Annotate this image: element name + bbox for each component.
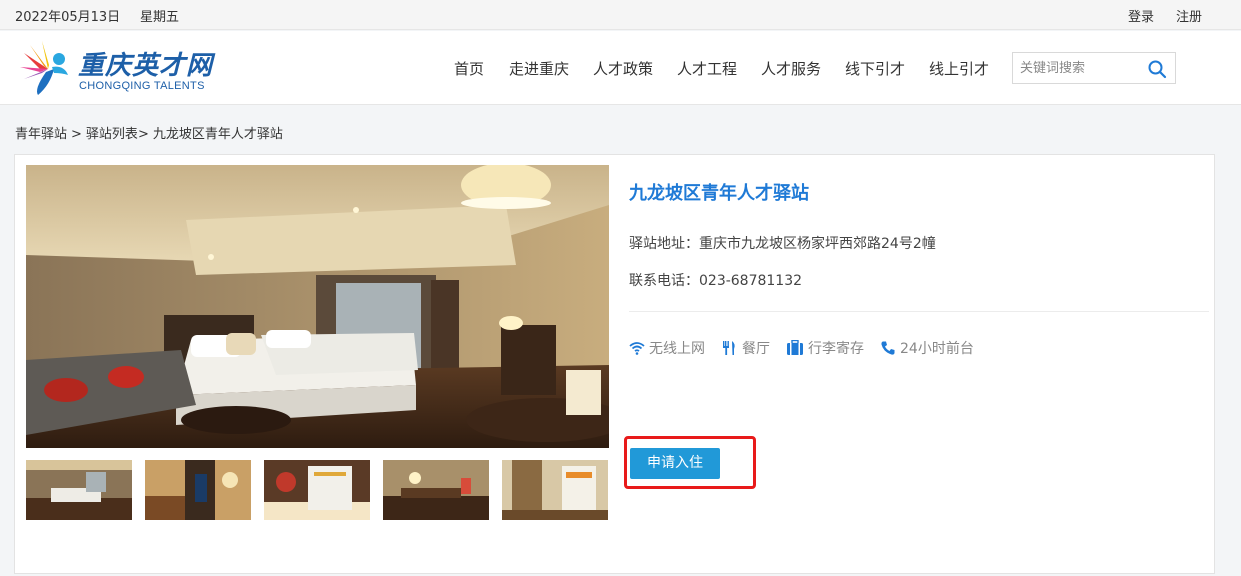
nav-home[interactable]: 首页	[454, 58, 484, 79]
wifi-icon	[629, 342, 645, 355]
amenity-label: 行李寄存	[808, 341, 864, 357]
thumbnail-2[interactable]	[145, 460, 251, 520]
station-address: 驿站地址：重庆市九龙坡区杨家坪西郊路24号2幢	[629, 236, 936, 252]
search-box	[1012, 52, 1176, 84]
amenity-label: 24小时前台	[900, 341, 974, 357]
current-date: 2022年05月13日	[15, 10, 121, 25]
amenity-label: 无线上网	[649, 341, 705, 357]
highlight-box	[624, 436, 756, 489]
info-divider	[629, 311, 1209, 312]
nav-online-recruiting[interactable]: 线上引才	[929, 58, 989, 79]
thumbnail-1[interactable]	[26, 460, 132, 520]
login-link[interactable]: 登录	[1128, 6, 1154, 25]
register-link[interactable]: 注册	[1176, 6, 1202, 25]
nav-offline-recruiting[interactable]: 线下引才	[845, 58, 905, 79]
breadcrumb: 青年驿站 > 驿站列表> 九龙坡区青年人才驿站	[15, 123, 283, 142]
nav-talent-policy[interactable]: 人才政策	[593, 58, 653, 79]
amenity-luggage: 行李寄存	[786, 338, 864, 358]
search-icon[interactable]	[1147, 59, 1167, 79]
top-bar: 2022年05月13日 星期五 登录 注册	[0, 0, 1241, 30]
amenity-label: 餐厅	[742, 341, 770, 357]
breadcrumb-separator: >	[137, 127, 149, 142]
station-card: 九龙坡区青年人才驿站 驿站地址：重庆市九龙坡区杨家坪西郊路24号2幢 联系电话：…	[14, 154, 1215, 574]
restaurant-icon	[723, 341, 735, 355]
thumbnail-4[interactable]	[383, 460, 489, 520]
nav-about-chongqing[interactable]: 走进重庆	[509, 58, 569, 79]
breadcrumb-youth-station[interactable]: 青年驿站	[15, 123, 67, 142]
station-title: 九龙坡区青年人才驿站	[629, 183, 809, 204]
site-header: 重庆英才网 CHONGQING TALENTS 首页 走进重庆 人才政策 人才工…	[0, 31, 1241, 105]
current-weekday: 星期五	[140, 10, 180, 25]
thumbnail-3[interactable]	[264, 460, 370, 520]
phone-icon	[881, 341, 895, 355]
logo-text-cn: 重庆英才网	[78, 51, 214, 81]
breadcrumb-station-list[interactable]: 驿站列表	[86, 123, 138, 142]
amenity-restaurant: 餐厅	[722, 338, 770, 358]
search-input[interactable]	[1020, 59, 1140, 77]
amenity-wifi: 无线上网	[629, 338, 705, 358]
site-logo[interactable]: 重庆英才网 CHONGQING TALENTS	[18, 39, 228, 97]
breadcrumb-current: 九龙坡区青年人才驿站	[152, 127, 283, 142]
thumbnail-5[interactable]	[502, 460, 608, 520]
amenity-front-desk: 24小时前台	[880, 338, 974, 358]
luggage-icon	[787, 339, 803, 355]
logo-emblem-icon	[20, 41, 68, 95]
nav-talent-projects[interactable]: 人才工程	[677, 58, 737, 79]
breadcrumb-separator: >	[71, 127, 82, 142]
nav-talent-services[interactable]: 人才服务	[761, 58, 821, 79]
station-main-photo	[26, 165, 609, 448]
station-phone: 联系电话：023-68781132	[629, 273, 803, 289]
logo-text-en: CHONGQING TALENTS	[79, 80, 205, 92]
